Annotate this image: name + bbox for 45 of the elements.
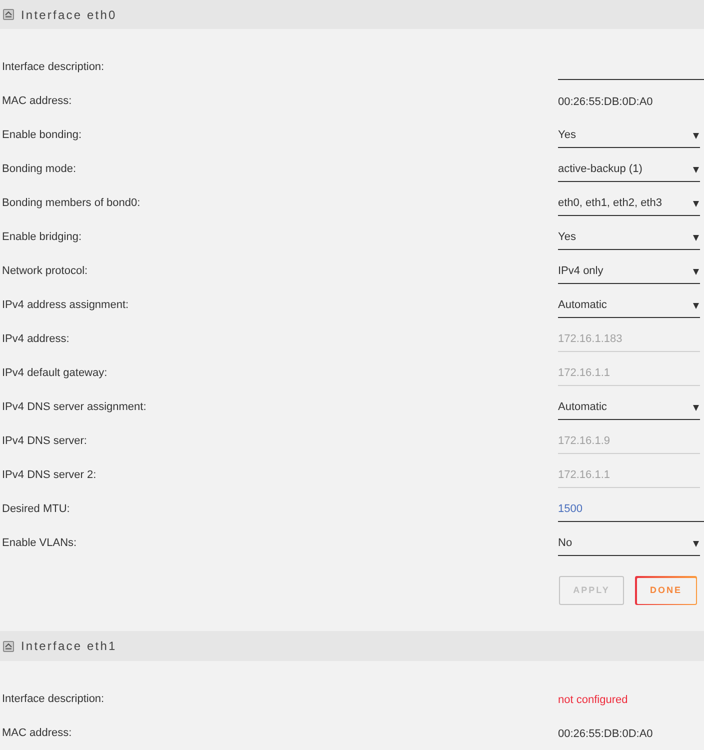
section-title: Interface eth1 bbox=[21, 638, 117, 655]
eject-icon[interactable] bbox=[3, 9, 14, 20]
dropdown[interactable]: active-backup (1) bbox=[558, 156, 700, 182]
dropdown[interactable]: Yes bbox=[558, 224, 700, 250]
field-label: Interface description: bbox=[2, 60, 104, 75]
section-title: Interface eth0 bbox=[21, 6, 117, 24]
status-text: not configured bbox=[558, 692, 628, 708]
input-field: 172.16.1.183 bbox=[558, 326, 700, 352]
field-value: 00:26:55:DB:0D:A0 bbox=[558, 726, 653, 742]
caret-down-icon bbox=[693, 268, 699, 274]
input-field[interactable]: 1500 bbox=[558, 496, 704, 522]
input-field: 172.16.1.1 bbox=[558, 462, 700, 488]
field-label: Bonding members of bond0: bbox=[2, 196, 140, 211]
field-label: Bonding mode: bbox=[2, 162, 76, 177]
field-label: Enable bonding: bbox=[2, 128, 82, 143]
field-label: IPv4 DNS server: bbox=[2, 434, 87, 449]
field-label: IPv4 address assignment: bbox=[2, 298, 129, 313]
field-label: IPv4 address: bbox=[2, 332, 70, 347]
dropdown[interactable]: IPv4 only bbox=[558, 258, 700, 284]
dropdown[interactable]: eth0, eth1, eth2, eth3 bbox=[558, 190, 700, 216]
eject-icon[interactable] bbox=[3, 640, 14, 652]
field-label: IPv4 default gateway: bbox=[2, 366, 108, 381]
field-label: MAC address: bbox=[2, 726, 72, 741]
field-label: Desired MTU: bbox=[2, 502, 70, 517]
input-field: 172.16.1.9 bbox=[558, 428, 700, 454]
field-label: Enable VLANs: bbox=[2, 536, 77, 551]
input-field: 172.16.1.1 bbox=[558, 360, 700, 386]
caret-down-icon bbox=[693, 234, 699, 240]
caret-down-icon bbox=[693, 540, 699, 546]
caret-down-icon bbox=[693, 132, 699, 138]
caret-down-icon bbox=[693, 200, 699, 206]
dropdown[interactable]: Automatic bbox=[558, 394, 700, 420]
dropdown[interactable]: Automatic bbox=[558, 292, 700, 318]
field-value: 00:26:55:DB:0D:A0 bbox=[558, 94, 653, 110]
field-label: IPv4 DNS server assignment: bbox=[2, 400, 146, 415]
field-label: Network protocol: bbox=[2, 264, 88, 279]
caret-down-icon bbox=[693, 302, 699, 308]
dropdown[interactable]: Yes bbox=[558, 122, 700, 148]
field-label: IPv4 DNS server 2: bbox=[2, 468, 96, 483]
dropdown[interactable]: No bbox=[558, 530, 700, 556]
field-label: Enable bridging: bbox=[2, 230, 82, 245]
field-label: Interface description: bbox=[2, 692, 104, 707]
caret-down-icon bbox=[693, 404, 699, 410]
field-label: MAC address: bbox=[2, 94, 72, 109]
caret-down-icon bbox=[693, 166, 699, 172]
